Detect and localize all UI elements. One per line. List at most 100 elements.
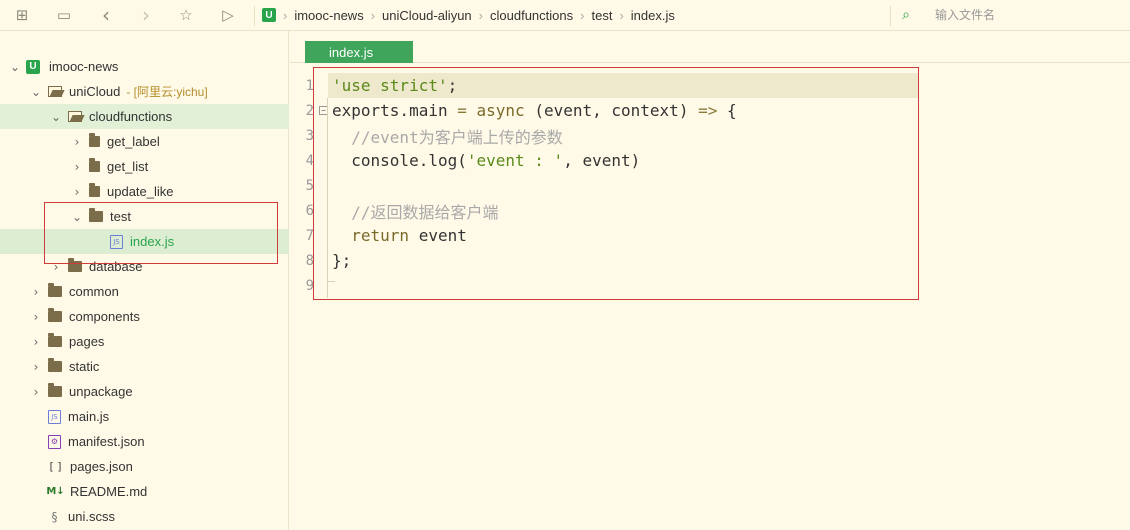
code-line[interactable]: 2− exports.main = async (event, context) … bbox=[290, 98, 1130, 123]
tree-item-label: uni.scss bbox=[68, 509, 115, 524]
code-token: (event, context) bbox=[524, 101, 699, 120]
js-file-icon: JS bbox=[48, 409, 61, 424]
tree-item-label: test bbox=[110, 209, 131, 224]
tree-item-pages[interactable]: › pages bbox=[0, 329, 289, 354]
code-token: //返回数据给客户端 bbox=[332, 202, 499, 222]
tree-item-label: unpackage bbox=[69, 384, 133, 399]
code-line[interactable]: 8}; bbox=[290, 248, 1130, 273]
code-token: exports.main bbox=[332, 101, 458, 120]
file-search: ⌕ bbox=[897, 0, 1130, 30]
chevron-right-icon[interactable]: › bbox=[70, 160, 84, 174]
tree-item-note: - [阿里云:yichu] bbox=[126, 85, 208, 99]
chevron-right-icon[interactable]: › bbox=[29, 335, 43, 349]
code-token: event bbox=[409, 226, 467, 245]
folder-open-icon bbox=[48, 86, 62, 97]
code-line[interactable]: 5 bbox=[290, 173, 1130, 198]
tree-item-get-list[interactable]: › get_list bbox=[0, 154, 289, 179]
search-file-icon[interactable]: ⌕ bbox=[897, 6, 915, 24]
chevron-right-icon[interactable]: › bbox=[70, 185, 84, 199]
folder-icon bbox=[48, 283, 62, 297]
tree-item-label: pages bbox=[69, 334, 105, 349]
tab-index-js[interactable]: index.js bbox=[305, 41, 413, 63]
tree-item-label: database bbox=[89, 259, 143, 274]
line-number: 5 bbox=[305, 177, 314, 194]
chevron-right-icon[interactable]: › bbox=[29, 360, 43, 374]
code-token: = bbox=[457, 101, 467, 120]
tree-item-manifest-json[interactable]: ⚙ manifest.json bbox=[0, 429, 289, 454]
tree-item-common[interactable]: › common bbox=[0, 279, 289, 304]
save-icon[interactable]: ▭ bbox=[52, 4, 76, 26]
tree-item-label: components bbox=[69, 309, 140, 324]
tree-item-pages-json[interactable]: [ ] pages.json bbox=[0, 454, 289, 479]
chevron-right-icon[interactable]: › bbox=[70, 135, 84, 149]
code-token: , event) bbox=[563, 151, 641, 170]
code-text: return event bbox=[332, 226, 467, 245]
code-text: //event为客户端上传的参数 bbox=[332, 124, 562, 148]
code-line[interactable]: 4 console.log('event : ', event) bbox=[290, 148, 1130, 173]
tree-item-readme-md[interactable]: M↓ README.md bbox=[0, 479, 289, 504]
tree-item-label: get_list bbox=[107, 159, 149, 174]
breadcrumb-item[interactable]: imooc-news bbox=[294, 8, 363, 23]
breadcrumb-item[interactable]: index.js bbox=[631, 8, 675, 23]
file-search-input[interactable] bbox=[935, 5, 1130, 25]
forward-icon[interactable]: › bbox=[134, 3, 158, 27]
code-text: console.log('event : ', event) bbox=[332, 151, 640, 170]
code-line[interactable]: 9 bbox=[290, 273, 1130, 298]
code-text: 'use strict'; bbox=[332, 76, 457, 95]
tree-item-unpackage[interactable]: › unpackage bbox=[0, 379, 289, 404]
tree-item-test[interactable]: ⌄ test bbox=[0, 204, 289, 229]
json-file-icon: ⚙ bbox=[48, 434, 61, 449]
tree-item-uni-scss[interactable]: § uni.scss bbox=[0, 504, 289, 529]
breadcrumb-item[interactable]: uniCloud-aliyun bbox=[382, 8, 472, 23]
code-token: 'event : ' bbox=[466, 151, 564, 170]
breadcrumb-separator-icon: › bbox=[619, 7, 624, 23]
tree-item-imooc-news[interactable]: ⌄ Uimooc-news bbox=[0, 54, 289, 79]
line-number: 7 bbox=[305, 227, 314, 244]
tree-item-components[interactable]: › components bbox=[0, 304, 289, 329]
tree-item-update-like[interactable]: › update_like bbox=[0, 179, 289, 204]
tree-item-get-label[interactable]: › get_label bbox=[0, 129, 289, 154]
tree-item-static[interactable]: › static bbox=[0, 354, 289, 379]
tree-item-database[interactable]: › database bbox=[0, 254, 289, 279]
js-file-icon: JS bbox=[110, 234, 123, 249]
tree-item-index-js[interactable]: JS index.js bbox=[0, 229, 289, 254]
code-line[interactable]: 6 //返回数据给客户端 bbox=[290, 198, 1130, 223]
line-number: 9 bbox=[305, 277, 314, 294]
chevron-right-icon[interactable]: › bbox=[29, 385, 43, 399]
breadcrumb-item[interactable]: test bbox=[591, 8, 612, 23]
tree-item-main-js[interactable]: JS main.js bbox=[0, 404, 289, 429]
code-line[interactable]: 3 //event为客户端上传的参数 bbox=[290, 123, 1130, 148]
back-icon[interactable]: ‹ bbox=[94, 3, 118, 27]
line-number: 6 bbox=[305, 202, 314, 219]
tree-item-label: get_label bbox=[107, 134, 160, 149]
chevron-down-icon[interactable]: ⌄ bbox=[70, 210, 84, 224]
ide-window: ⊞ ▭ ‹ › ☆ ▷ U › imooc-news › uniCloud-al… bbox=[0, 0, 1130, 530]
favorite-icon[interactable]: ☆ bbox=[174, 4, 198, 26]
code-token: ; bbox=[447, 76, 458, 95]
code-token: async bbox=[476, 101, 525, 120]
run-icon[interactable]: ▷ bbox=[216, 4, 240, 26]
tree-item-cloudfunctions[interactable]: ⌄ cloudfunctions bbox=[0, 104, 289, 129]
folder-icon bbox=[68, 258, 82, 272]
chevron-down-icon[interactable]: ⌄ bbox=[49, 110, 63, 124]
chevron-right-icon[interactable]: › bbox=[29, 285, 43, 299]
indent-guide bbox=[327, 98, 328, 298]
folder-open-icon bbox=[68, 111, 82, 122]
line-number: 3 bbox=[305, 127, 314, 144]
chevron-right-icon[interactable]: › bbox=[49, 260, 63, 274]
code-line[interactable]: 7 return event bbox=[290, 223, 1130, 248]
tree-item-label: imooc-news bbox=[49, 59, 119, 74]
chevron-right-icon[interactable]: › bbox=[29, 310, 43, 324]
chevron-down-icon[interactable]: ⌄ bbox=[8, 60, 22, 74]
chevron-down-icon[interactable]: ⌄ bbox=[29, 85, 43, 99]
breadcrumb-item[interactable]: cloudfunctions bbox=[490, 8, 573, 23]
tree-item-label: uniCloud bbox=[69, 84, 121, 99]
tree-item-unicloud[interactable]: ⌄ uniCloud - [阿里云:yichu] bbox=[0, 79, 289, 104]
code-token: 'use strict' bbox=[332, 76, 448, 95]
code-line[interactable]: 1 'use strict'; bbox=[290, 73, 1130, 98]
new-file-icon[interactable]: ⊞ bbox=[10, 4, 34, 26]
